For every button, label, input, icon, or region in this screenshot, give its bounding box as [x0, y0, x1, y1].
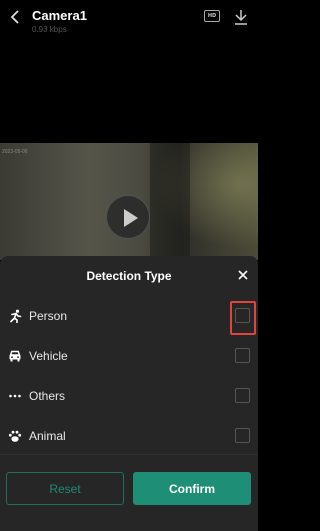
running-person-icon [8, 309, 22, 324]
play-icon [124, 209, 138, 227]
play-button[interactable] [106, 195, 150, 239]
option-row-vehicle[interactable]: Vehicle [0, 341, 258, 371]
vehicle-checkbox[interactable] [235, 348, 250, 363]
back-arrow-icon[interactable] [6, 6, 24, 28]
sheet-title: Detection Type [86, 269, 172, 283]
option-row-others[interactable]: Others [0, 381, 258, 411]
others-checkbox[interactable] [235, 388, 250, 403]
bitrate-label: 0.93 kbps [32, 25, 67, 34]
paw-icon [8, 429, 22, 443]
option-row-animal[interactable]: Animal [0, 421, 258, 451]
ellipsis-icon [8, 389, 22, 403]
close-icon[interactable] [236, 268, 250, 282]
option-label: Animal [29, 429, 66, 443]
camera-title: Camera1 [32, 8, 87, 23]
car-icon [8, 349, 22, 363]
download-icon[interactable] [234, 9, 248, 25]
animal-checkbox[interactable] [235, 428, 250, 443]
video-timestamp: 2023-05-06 [2, 149, 28, 155]
option-row-person[interactable]: Person [0, 301, 258, 331]
divider [0, 454, 258, 455]
checkbox-highlight-marker [230, 301, 256, 335]
hd-quality-icon[interactable]: HD [204, 10, 220, 22]
top-bar: Camera1 0.93 kbps HD [0, 0, 258, 40]
option-label: Vehicle [29, 349, 68, 363]
option-label: Person [29, 309, 68, 323]
option-label: Others [29, 389, 66, 403]
confirm-button[interactable]: Confirm [133, 472, 251, 505]
reset-button[interactable]: Reset [6, 472, 124, 505]
